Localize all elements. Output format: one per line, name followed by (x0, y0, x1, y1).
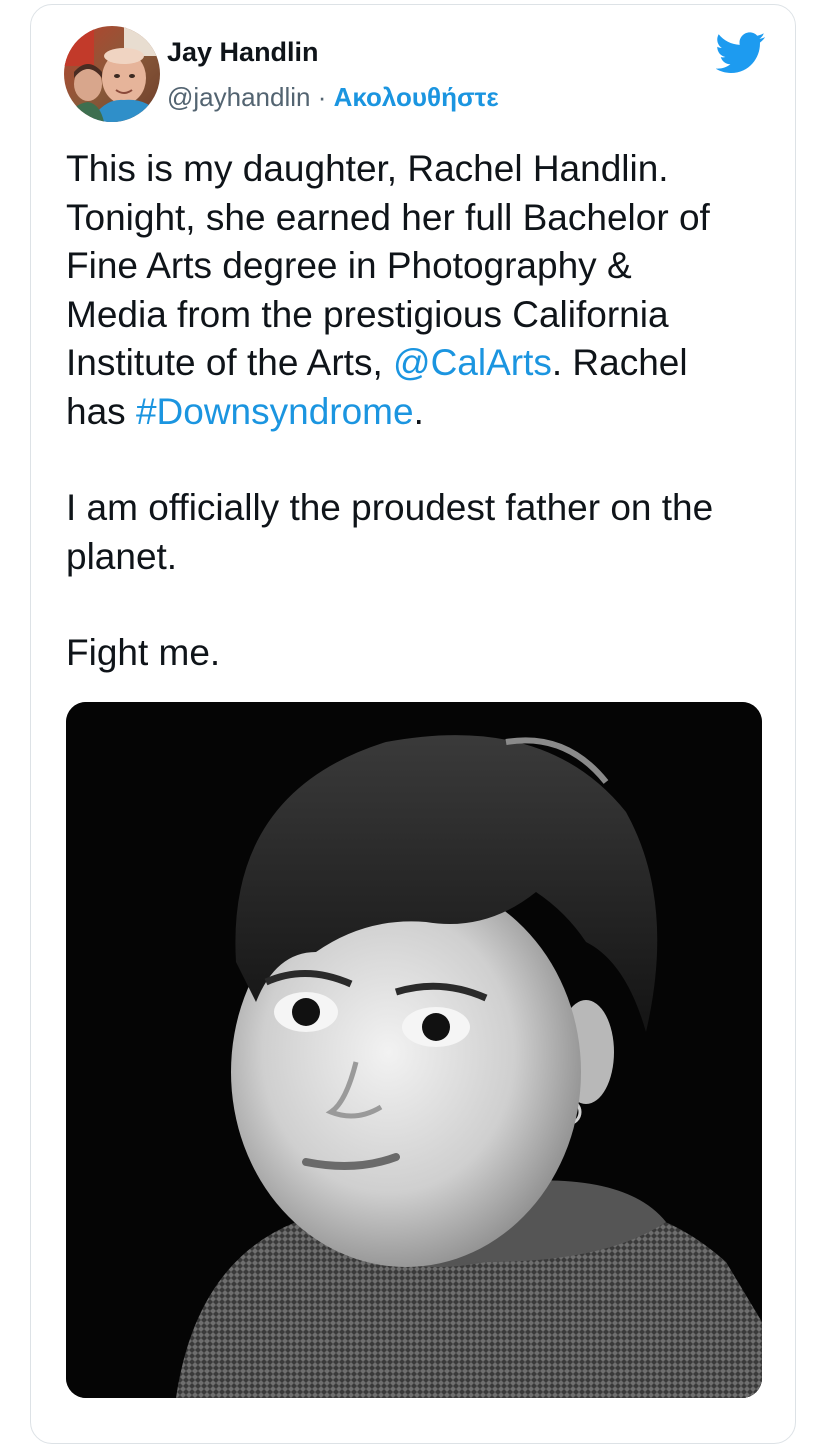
author-name[interactable]: Jay Handlin (167, 37, 319, 68)
follow-link[interactable]: Ακολουθήστε (334, 82, 499, 112)
tweet-line: Tonight, she earned her full Bachelor of (66, 196, 710, 238)
tweet-photo[interactable] (66, 702, 762, 1398)
tweet-text-fragment: Institute of the Arts, (66, 342, 394, 383)
portrait-photo (66, 702, 762, 1398)
tweet-text-fragment: . Rachel (551, 342, 688, 383)
author-meta: @jayhandlin · Ακολουθήστε (167, 82, 499, 113)
tweet-line: has #Downsyndrome. (66, 388, 776, 437)
twitter-bird-icon[interactable] (716, 32, 766, 74)
hashtag-link[interactable]: #Downsyndrome (136, 391, 414, 432)
meta-separator: · (310, 82, 334, 112)
tweet-line: planet. (66, 535, 178, 577)
tweet-line: I am officially the proudest father on t… (66, 487, 714, 528)
tweet-text-fragment: . (413, 390, 424, 432)
tweet-line: Institute of the Arts, @CalArts. Rachel (66, 339, 776, 388)
tweet-line: Media from the prestigious California (66, 293, 669, 335)
tweet-line: Fine Arts degree in Photography & (66, 245, 632, 286)
mention-link[interactable]: @CalArts (393, 342, 552, 383)
author-handle[interactable]: @jayhandlin (167, 82, 310, 112)
avatar-image (64, 26, 160, 122)
avatar[interactable] (64, 26, 160, 122)
tweet-line: Fight me. (66, 632, 221, 673)
tweet-text: This is my daughter, Rachel Handlin. Ton… (66, 145, 776, 678)
tweet-line: This is my daughter, Rachel Handlin. (66, 148, 669, 189)
tweet-text-fragment: has (66, 390, 136, 432)
